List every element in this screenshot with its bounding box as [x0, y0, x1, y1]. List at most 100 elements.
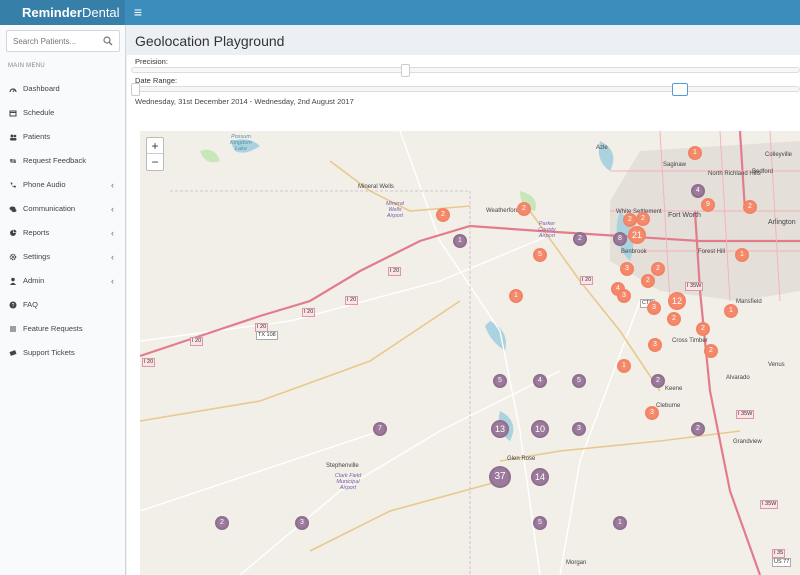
- marker-cluster[interactable]: 2: [641, 274, 655, 288]
- patient-search: [6, 30, 120, 52]
- sidebar-item-request-feedback[interactable]: Request Feedback: [0, 149, 125, 173]
- precision-slider-handle[interactable]: [401, 64, 411, 77]
- marker-cluster[interactable]: 4: [691, 184, 705, 198]
- place-label: Colleyville: [765, 152, 793, 158]
- ticket-icon: [9, 350, 17, 356]
- marker-cluster[interactable]: 3: [647, 301, 661, 315]
- marker-cluster[interactable]: 37: [489, 466, 511, 488]
- sidebar-toggle-button[interactable]: ≡: [127, 0, 149, 25]
- user-icon: [10, 277, 16, 285]
- road-shield: I 35: [772, 549, 786, 558]
- marker-cluster[interactable]: 2: [691, 422, 705, 436]
- place-label: Azle: [596, 145, 608, 151]
- marker-cluster[interactable]: 7: [373, 422, 387, 436]
- marker-cluster[interactable]: 2: [667, 312, 681, 326]
- geolocation-map[interactable]: + − Mineral Wells Weatherford Fort Worth…: [140, 131, 800, 575]
- sidebar-item-label: Schedule: [23, 108, 55, 117]
- marker-cluster[interactable]: 1: [453, 234, 467, 248]
- sidebar-item-label: Admin: [23, 276, 45, 285]
- marker-cluster[interactable]: 10: [531, 420, 549, 438]
- marker-cluster[interactable]: 3: [295, 516, 309, 530]
- marker-cluster[interactable]: 2: [696, 322, 710, 336]
- search-icon[interactable]: [103, 36, 113, 46]
- place-label: Keene: [665, 386, 683, 392]
- sidebar-item-support-tickets[interactable]: Support Tickets: [0, 341, 125, 365]
- airport-label: Parker County Airport: [538, 221, 556, 239]
- marker-cluster[interactable]: 9: [701, 198, 715, 212]
- marker-cluster[interactable]: 12: [668, 292, 686, 310]
- marker-cluster[interactable]: 2: [517, 202, 531, 216]
- sidebar-item-communication[interactable]: Communication ‹: [0, 197, 125, 221]
- place-label: Grandview: [733, 439, 762, 445]
- date-range-end-handle[interactable]: [671, 83, 688, 96]
- marker-cluster[interactable]: 13: [491, 420, 509, 438]
- marker-cluster[interactable]: 14: [531, 468, 549, 486]
- precision-slider-track[interactable]: [131, 67, 800, 73]
- list-icon: [10, 326, 16, 332]
- marker-cluster[interactable]: 1: [724, 304, 738, 318]
- search-input[interactable]: [13, 31, 105, 52]
- marker-cluster[interactable]: 2: [436, 208, 450, 222]
- place-label: Mansfield: [736, 299, 762, 305]
- sidebar-item-label: Settings: [23, 252, 51, 261]
- date-range-slider-track[interactable]: [131, 86, 800, 92]
- marker-cluster[interactable]: 1: [688, 146, 702, 160]
- marker-cluster[interactable]: 3: [572, 422, 586, 436]
- sidebar-item-dashboard[interactable]: Dashboard: [0, 77, 125, 101]
- marker-cluster[interactable]: 21: [628, 226, 646, 244]
- marker-cluster[interactable]: 1: [735, 248, 749, 262]
- place-label: Bedford: [752, 169, 774, 175]
- zoom-in-button[interactable]: +: [147, 138, 163, 154]
- place-label: Morgan: [566, 560, 587, 566]
- road-shield: I 20: [388, 267, 402, 276]
- marker-cluster[interactable]: 5: [533, 516, 547, 530]
- marker-cluster[interactable]: 2: [743, 200, 757, 214]
- sidebar-item-phone-audio[interactable]: Phone Audio ‹: [0, 173, 125, 197]
- marker-cluster[interactable]: 2: [636, 212, 650, 226]
- calendar-icon: [9, 110, 17, 117]
- sidebar-item-label: Reports: [23, 228, 50, 237]
- sidebar: MAIN MENU Dashboard Schedule Patients Reque…: [0, 25, 126, 575]
- marker-cluster[interactable]: 4: [533, 374, 547, 388]
- marker-cluster[interactable]: 2: [623, 213, 637, 227]
- marker-cluster[interactable]: 3: [617, 289, 631, 303]
- date-range-start-handle[interactable]: [131, 83, 140, 96]
- retweet-icon: [10, 159, 16, 163]
- sidebar-item-admin[interactable]: Admin ‹: [0, 269, 125, 293]
- chevron-left-icon: ‹: [111, 228, 114, 238]
- marker-cluster[interactable]: 8: [613, 232, 627, 246]
- sidebar-item-schedule[interactable]: Schedule: [0, 101, 125, 125]
- sidebar-item-label: Patients: [23, 132, 51, 141]
- road-shield: US 77: [772, 558, 792, 567]
- marker-cluster[interactable]: 2: [215, 516, 229, 530]
- marker-cluster[interactable]: 5: [572, 374, 586, 388]
- sidebar-item-settings[interactable]: Settings ‹: [0, 245, 125, 269]
- marker-cluster[interactable]: 1: [613, 516, 627, 530]
- zoom-out-button[interactable]: −: [147, 154, 163, 170]
- sidebar-item-reports[interactable]: Reports ‹: [0, 221, 125, 245]
- sidebar-item-feature-requests[interactable]: Feature Requests: [0, 317, 125, 341]
- marker-cluster[interactable]: 5: [493, 374, 507, 388]
- place-label: Saginaw: [663, 162, 687, 168]
- sidebar-item-patients[interactable]: Patients: [0, 125, 125, 149]
- sidebar-item-label: Dashboard: [23, 84, 60, 93]
- marker-cluster[interactable]: 3: [648, 338, 662, 352]
- marker-cluster[interactable]: 5: [533, 248, 547, 262]
- road-shield: TX 108: [256, 331, 278, 340]
- app-logo[interactable]: ReminderDental: [0, 0, 125, 25]
- chevron-left-icon: ‹: [111, 180, 114, 190]
- airport-label: Clark Field Municipal Airport: [334, 473, 362, 491]
- marker-cluster[interactable]: 1: [617, 359, 631, 373]
- airport-label: Mineral Wells Airport: [385, 201, 405, 219]
- marker-cluster[interactable]: 2: [704, 344, 718, 358]
- road-shield: I 20: [142, 358, 156, 367]
- marker-cluster[interactable]: 3: [620, 262, 634, 276]
- marker-cluster[interactable]: 2: [651, 262, 665, 276]
- marker-cluster[interactable]: 1: [509, 289, 523, 303]
- marker-cluster[interactable]: 2: [573, 232, 587, 246]
- marker-cluster[interactable]: 3: [645, 406, 659, 420]
- sidebar-item-label: Support Tickets: [23, 348, 75, 357]
- marker-cluster[interactable]: 2: [651, 374, 665, 388]
- place-label: Weatherford: [486, 208, 519, 214]
- sidebar-item-faq[interactable]: ? FAQ: [0, 293, 125, 317]
